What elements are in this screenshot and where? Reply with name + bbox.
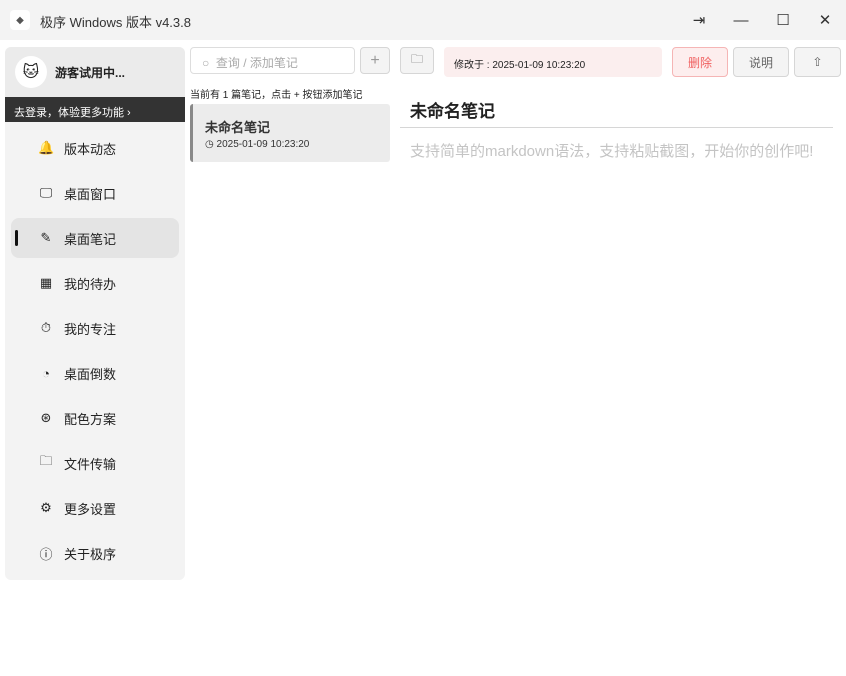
gear-icon: ⚙ [40,500,52,515]
maximize-button[interactable]: ☐ [771,8,795,32]
share-icon: ⇧ [812,55,823,69]
sidebar-item-label: 更多设置 [64,501,117,517]
edit-icon: ✎ [40,230,52,245]
divider [400,127,833,128]
logout-icon[interactable]: ⇥ [687,8,711,32]
avatar: 🐱 [15,56,47,88]
sidebar-item[interactable]: ⏱ 我的专注 [11,308,179,348]
calendar-icon: ▦ [39,275,53,290]
folder-icon: 🗀 [410,52,423,66]
sidebar-item[interactable]: ⓘ 关于极序 [11,533,179,573]
active-indicator [15,230,18,246]
folder-icon: 🗀 [39,453,53,468]
bell-icon: 🔔 [38,140,55,155]
minimize-button[interactable]: — [729,8,753,32]
app-logo-icon: ◆ [10,10,30,30]
window-title: 极序 Windows 版本 v4.3.8 [40,15,191,30]
login-banner[interactable]: 去登录，体验更多功能 › [5,97,185,122]
note-title: 未命名笔记 [205,120,271,135]
sidebar-item[interactable]: ▦ 我的待办 [11,263,179,303]
sidebar-item-label: 我的专注 [64,321,117,337]
sidebar-item-label: 桌面倒数 [64,366,117,382]
note-list-item[interactable]: 未命名笔记 ◷ 2025-01-09 10:23:20 [190,104,390,162]
search-icon: ○ [202,56,210,70]
guest-status: 游客试用中... [55,66,126,80]
sidebar-item[interactable]: ⚙ 更多设置 [11,488,179,528]
sidebar-item[interactable]: ⊛ 配色方案 [11,398,179,438]
sidebar-item-label: 桌面笔记 [64,231,117,247]
modified-time: 修改于 : 2025-01-09 10:23:20 [444,47,662,77]
note-title-input[interactable]: 未命名笔记 [410,97,495,122]
help-button[interactable]: 说明 [733,47,789,77]
note-time: 2025-01-09 10:23:20 [216,139,310,150]
note-content-editor[interactable]: 支持简单的markdown语法，支持粘贴截图，开始你的创作吧! [410,139,830,164]
share-button[interactable]: ⇧ [794,47,841,77]
palette-icon: ⊛ [40,410,52,425]
sidebar-item-label: 我的待办 [64,276,117,292]
sidebar-item-label: 文件传输 [64,456,117,472]
monitor-icon: 🖵 [39,185,53,200]
stopwatch-icon: ⏱ [40,320,52,335]
clock-icon: ◷ [205,139,214,150]
search-input[interactable]: ○ 查询 / 添加笔记 [190,47,355,74]
profile[interactable]: 🐱 游客试用中... [5,47,185,97]
sidebar-item-label: 配色方案 [64,411,117,427]
add-note-button[interactable]: + [360,47,390,74]
delete-button[interactable]: 删除 [672,47,728,77]
sidebar-item[interactable]: 🖵 桌面窗口 [11,173,179,213]
close-button[interactable]: ✕ [813,8,837,32]
sidebar-item-label: 关于极序 [64,546,117,562]
gauge-icon: ◔ [42,365,50,381]
sidebar: 🐱 游客试用中... 去登录，体验更多功能 › 🔔 版本动态 🖵 桌面窗口 ✎ 桌面笔记 ▦… [5,47,185,580]
sidebar-item-label: 版本动态 [64,141,117,157]
sidebar-item-label: 桌面窗口 [64,186,117,202]
sidebar-item[interactable]: 🔔 版本动态 [11,128,179,168]
info-icon: ⓘ [39,546,53,562]
sidebar-item[interactable]: ✎ 桌面笔记 [11,218,179,258]
notes-count-info: 当前有 1 篇笔记，点击 + 按钮添加笔记 [190,90,363,101]
sidebar-item[interactable]: 🗀 文件传输 [11,443,179,483]
sidebar-item[interactable]: ◔ 桌面倒数 [11,353,179,393]
folder-button[interactable]: 🗀 [400,47,434,74]
